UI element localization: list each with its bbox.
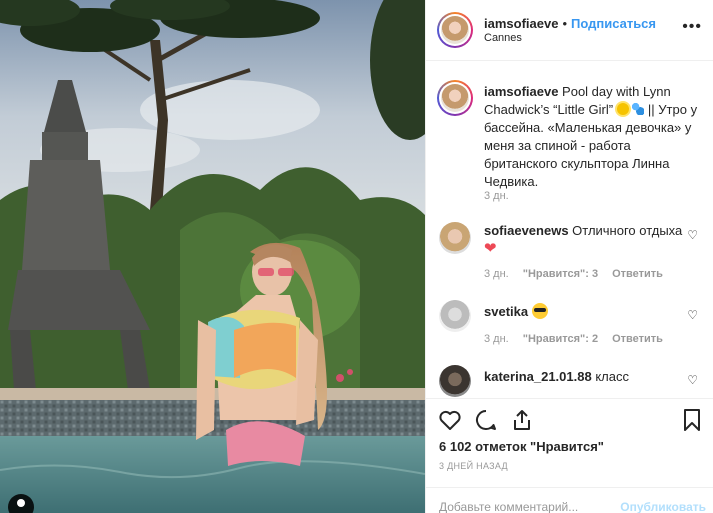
photo-illustration bbox=[0, 0, 425, 513]
location-link[interactable]: Cannes bbox=[484, 32, 522, 44]
comment-timestamp: 3 дн. bbox=[484, 268, 509, 280]
post-header: iamsofiaeve • Подписаться Cannes ••• bbox=[426, 0, 713, 61]
commenter-avatar[interactable] bbox=[439, 365, 471, 397]
comments-list[interactable]: iamsofiaeve Pool day with Lynn Chadwick’… bbox=[426, 62, 713, 398]
post-side-panel: iamsofiaeve • Подписаться Cannes ••• iamso… bbox=[425, 0, 713, 513]
comment-meta: 3 дн. "Нравится": 2 Ответить bbox=[484, 333, 677, 345]
post-photo[interactable] bbox=[0, 0, 425, 513]
separator-dot: • bbox=[562, 16, 567, 31]
share-icon[interactable] bbox=[510, 408, 534, 432]
red-heart-emoji-icon: ❤ bbox=[484, 240, 497, 257]
comment-reply-button[interactable]: Ответить bbox=[612, 268, 663, 280]
post-actions: 6 102 отметок "Нравится" 3 ДНЕЙ НАЗАД До… bbox=[426, 398, 713, 513]
post-caption: iamsofiaeve Pool day with Lynn Chadwick’… bbox=[484, 83, 698, 191]
comment-like-heart-icon[interactable]: ♡ bbox=[687, 373, 698, 387]
commenter-avatar[interactable] bbox=[439, 222, 471, 254]
sunglasses-emoji-icon bbox=[531, 303, 548, 319]
comment-meta: 3 дн. "Нравится": 3 Ответить bbox=[484, 268, 677, 280]
comment-body: класс bbox=[591, 369, 629, 384]
comment-text: katerina_21.01.88 класс bbox=[484, 368, 684, 386]
comment-username-link[interactable]: katerina_21.01.88 bbox=[484, 369, 592, 384]
heart-outline-icon[interactable] bbox=[438, 408, 462, 432]
comment-text: svetika bbox=[484, 303, 684, 321]
caption-author-avatar[interactable] bbox=[437, 80, 473, 116]
publish-button[interactable]: Опубликовать bbox=[620, 500, 706, 513]
author-avatar[interactable] bbox=[437, 12, 473, 48]
comment-input[interactable]: Добавьте комментарий... bbox=[439, 500, 578, 513]
bookmark-icon[interactable] bbox=[680, 408, 704, 432]
comment-timestamp: 3 дн. bbox=[484, 333, 509, 345]
comment-like-heart-icon[interactable]: ♡ bbox=[687, 228, 698, 242]
more-dots-icon[interactable]: ••• bbox=[682, 19, 702, 35]
commenter-avatar[interactable] bbox=[439, 300, 471, 332]
comment-reply-button[interactable]: Ответить bbox=[612, 333, 663, 345]
follow-button[interactable]: Подписаться bbox=[571, 16, 656, 31]
post-date: 3 ДНЕЙ НАЗАД bbox=[439, 461, 508, 471]
user-tag-icon[interactable] bbox=[8, 494, 34, 513]
author-username-link[interactable]: iamsofiaeve bbox=[484, 16, 558, 31]
comment-username-link[interactable]: svetika bbox=[484, 304, 528, 319]
sweat-drops-emoji-icon bbox=[632, 103, 645, 115]
header-user-line: iamsofiaeve • Подписаться bbox=[484, 16, 656, 31]
comment-likes-link[interactable]: "Нравится": 3 bbox=[523, 268, 598, 280]
comment-likes-link[interactable]: "Нравится": 2 bbox=[523, 333, 598, 345]
comment-text: sofiaevenews Отличного отдыха ❤ bbox=[484, 222, 684, 258]
caption-timestamp: 3 дн. bbox=[484, 190, 509, 202]
add-comment-bar: Добавьте комментарий... Опубликовать bbox=[426, 487, 713, 513]
speech-bubble-icon[interactable] bbox=[474, 408, 498, 432]
sun-emoji-icon bbox=[616, 103, 629, 115]
caption-username-link[interactable]: iamsofiaeve bbox=[484, 84, 558, 99]
likes-count[interactable]: 6 102 отметок "Нравится" bbox=[439, 439, 604, 454]
comment-body: Отличного отдыха bbox=[568, 223, 683, 238]
comment-username-link[interactable]: sofiaevenews bbox=[484, 223, 569, 238]
comment-like-heart-icon[interactable]: ♡ bbox=[687, 308, 698, 322]
